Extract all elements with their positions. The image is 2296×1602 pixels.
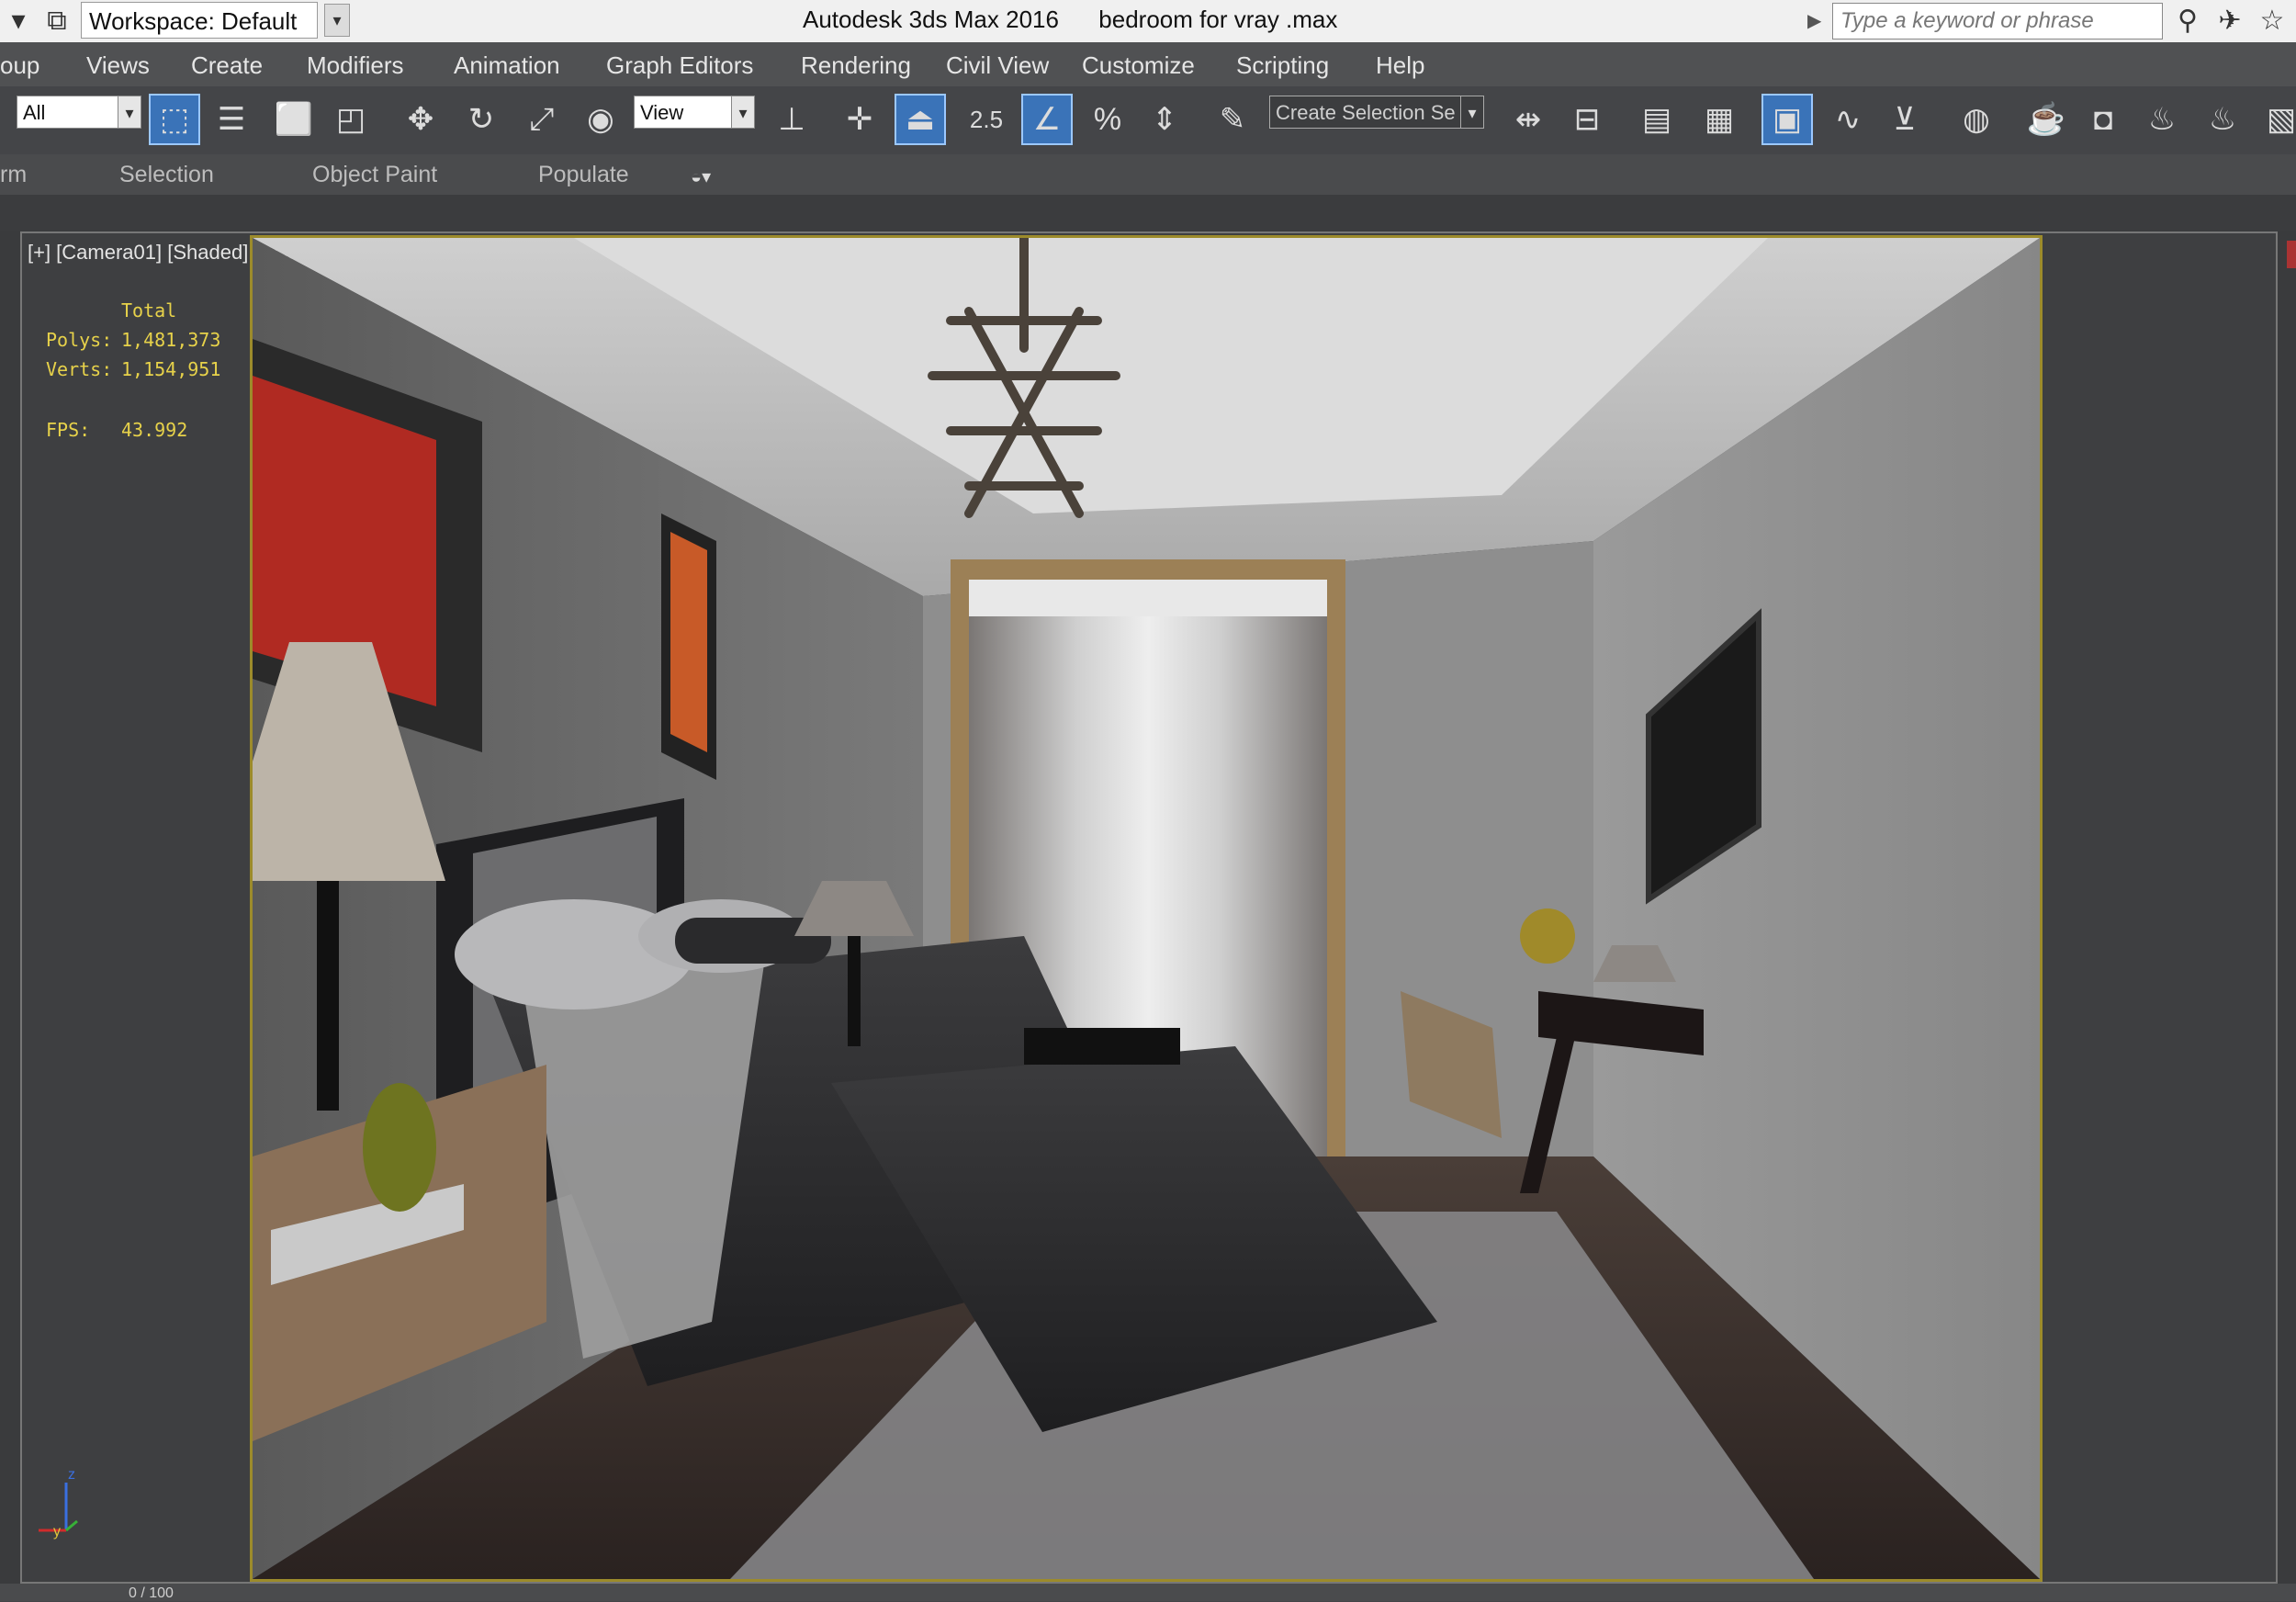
reference-coordinate-dropdown[interactable]: View xyxy=(634,96,744,129)
stats-total-label: Total xyxy=(121,299,177,322)
render-activeshade-icon[interactable]: ▧ xyxy=(2256,94,2296,145)
menu-customize[interactable]: Customize xyxy=(1082,51,1195,80)
axis-y-label: y xyxy=(53,1524,61,1540)
mirror-icon[interactable]: ⇹ xyxy=(1503,94,1554,145)
communication-center-icon[interactable]: ✈ xyxy=(2213,5,2246,38)
stats-polys-label: Polys: xyxy=(46,329,113,351)
main-toolbar: All ▾ ⬚ ☰ ⬜ ◰ ✥ ↻ ⤢ ◉ View ▾ ⊥ ✛ ⏏ 2.5 ∠… xyxy=(0,86,2296,155)
menu-help[interactable]: Help xyxy=(1376,51,1424,80)
app-menu-arrow-icon[interactable]: ▾ xyxy=(2,5,35,38)
move-icon[interactable]: ✥ xyxy=(395,94,446,145)
ribbon-tabs: rm Selection Object Paint Populate ◒▾ xyxy=(0,154,2296,195)
rendered-frame-window-icon[interactable]: ◘ xyxy=(2077,94,2129,145)
window-title: Autodesk 3ds Max 2016 bedroom for vray .… xyxy=(803,6,1338,33)
select-by-name-icon[interactable]: ☰ xyxy=(206,94,257,145)
curve-editor-icon[interactable]: ∿ xyxy=(1822,94,1874,145)
menu-civil-view[interactable]: Civil View xyxy=(946,51,1049,80)
stats-polys-value: 1,481,373 xyxy=(121,329,221,351)
time-slider-frame: 0 / 100 xyxy=(129,1585,174,1601)
rectangular-selection-icon[interactable]: ⬜ xyxy=(268,94,320,145)
ribbon-toggle-icon[interactable]: ▣ xyxy=(1761,94,1813,145)
menu-animation[interactable]: Animation xyxy=(454,51,560,80)
ribbon-tab-populate[interactable]: Populate xyxy=(538,162,629,188)
workspace-dropdown-arrow-icon[interactable]: ▾ xyxy=(324,4,350,37)
schematic-view-icon[interactable]: ⊻ xyxy=(1879,94,1930,145)
menu-modifiers[interactable]: Modifiers xyxy=(307,51,403,80)
bedroom-scene-illustration xyxy=(253,238,2040,1579)
align-icon[interactable]: ⊟ xyxy=(1561,94,1613,145)
viewport-edge-marker xyxy=(2287,241,2296,268)
menu-scripting[interactable]: Scripting xyxy=(1236,51,1329,80)
ribbon-panel-strip xyxy=(0,195,2296,231)
pivot-center-icon[interactable]: ⊥ xyxy=(766,94,817,145)
menu-create[interactable]: Create xyxy=(191,51,263,80)
ribbon-tab-freeform[interactable]: rm xyxy=(0,162,27,188)
rotate-icon[interactable]: ↻ xyxy=(456,94,507,145)
binoculars-icon[interactable]: ⚲ xyxy=(2171,5,2204,38)
axis-tripod-icon: z y xyxy=(39,1467,78,1540)
window-crossing-icon[interactable]: ◰ xyxy=(325,94,377,145)
stats-fps-label: FPS: xyxy=(46,419,91,441)
select-manipulate-icon[interactable]: ✛ xyxy=(834,94,885,145)
scene-explorer-icon[interactable]: ▦ xyxy=(1694,94,1745,145)
menu-group[interactable]: oup xyxy=(0,51,39,80)
snap-value: 2.5 xyxy=(969,105,1004,133)
keyboard-shortcut-override-icon[interactable]: ⏏ xyxy=(895,94,946,145)
render-iterative-icon[interactable]: ♨ xyxy=(2197,94,2248,145)
workspace-icon[interactable]: ⧉ xyxy=(40,5,73,38)
angle-snap-icon[interactable]: ∠ xyxy=(1021,94,1073,145)
search-expand-icon[interactable]: ▶ xyxy=(1807,9,1821,32)
command-panel-edge xyxy=(2278,231,2296,1584)
percent-snap-icon[interactable]: % xyxy=(1082,94,1133,145)
render-setup-icon[interactable]: ☕ xyxy=(2020,94,2072,145)
place-icon[interactable]: ◉ xyxy=(575,94,626,145)
menu-views[interactable]: Views xyxy=(86,51,150,80)
menu-rendering[interactable]: Rendering xyxy=(801,51,911,80)
favorites-star-icon[interactable]: ☆ xyxy=(2256,5,2289,38)
time-slider[interactable] xyxy=(0,1584,2296,1601)
ribbon-tab-selection[interactable]: Selection xyxy=(119,162,214,188)
menu-graph-editors[interactable]: Graph Editors xyxy=(606,51,753,80)
render-production-icon[interactable]: ♨ xyxy=(2136,94,2188,145)
reference-coordinate-arrow-icon[interactable]: ▾ xyxy=(731,96,755,129)
ribbon-tab-object-paint[interactable]: Object Paint xyxy=(312,162,437,188)
select-object-icon[interactable]: ⬚ xyxy=(149,94,200,145)
snaps-toggle-icon[interactable]: 2.5 xyxy=(961,94,1012,145)
scale-icon[interactable]: ⤢ xyxy=(516,94,568,145)
axis-z-label: z xyxy=(68,1467,75,1483)
stats-fps-value: 43.992 xyxy=(121,419,188,441)
selection-filter-dropdown[interactable]: All xyxy=(17,96,121,129)
material-editor-icon[interactable]: ◍ xyxy=(1951,94,2002,145)
menu-bar: oup Views Create Modifiers Animation Gra… xyxy=(0,42,2296,86)
title-bar: ▾ ⧉ Workspace: Default ▾ Autodesk 3ds Ma… xyxy=(0,0,2296,42)
workspace-dropdown[interactable]: Workspace: Default xyxy=(81,2,318,39)
named-selection-arrow-icon[interactable]: ▾ xyxy=(1460,96,1484,129)
camera-render-frame xyxy=(250,235,2043,1582)
named-selection-set-dropdown[interactable]: Create Selection Se xyxy=(1269,96,1462,129)
layer-manager-icon[interactable]: ▤ xyxy=(1631,94,1683,145)
search-input[interactable]: Type a keyword or phrase xyxy=(1832,3,2163,39)
stats-verts-value: 1,154,951 xyxy=(121,358,221,380)
ribbon-options-icon[interactable]: ◒▾ xyxy=(691,165,711,188)
left-edge-strip xyxy=(0,231,20,1584)
stats-verts-label: Verts: xyxy=(46,358,113,380)
edit-named-selection-icon[interactable]: ✎ xyxy=(1207,94,1258,145)
selection-filter-arrow-icon[interactable]: ▾ xyxy=(118,96,141,129)
spinner-snap-icon[interactable]: ⇕ xyxy=(1139,94,1190,145)
